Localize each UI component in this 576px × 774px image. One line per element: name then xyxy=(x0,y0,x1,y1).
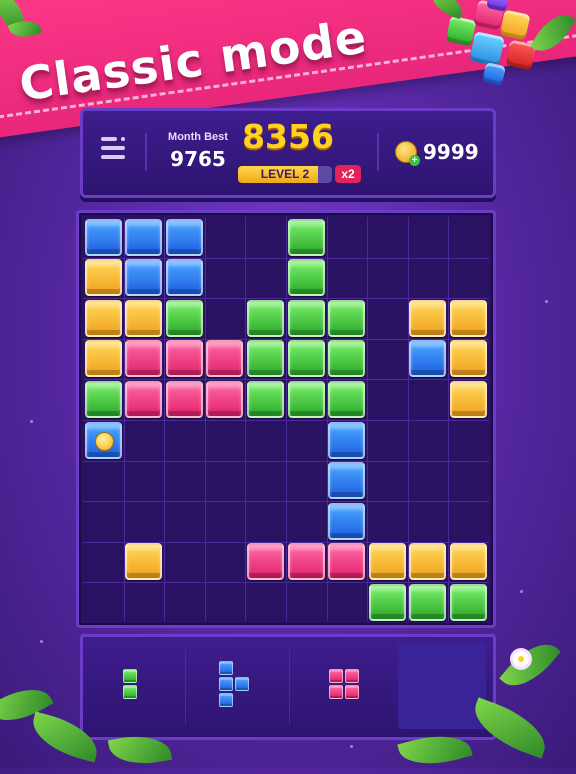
green-vertical-piece[interactable] xyxy=(123,669,139,701)
coin-icon xyxy=(94,431,114,451)
pink-block xyxy=(165,380,203,418)
month-best-label: Month Best xyxy=(168,131,228,143)
blue-block xyxy=(125,218,163,256)
green-block xyxy=(287,218,325,256)
green-block xyxy=(246,299,284,337)
pink-block xyxy=(246,543,284,581)
coin-plus-icon[interactable]: + xyxy=(395,141,420,166)
green-block xyxy=(287,380,325,418)
yellow-block xyxy=(449,340,487,378)
piece-cell xyxy=(329,685,343,699)
piece-cell xyxy=(219,693,233,707)
pink-block xyxy=(328,543,366,581)
level-label: LEVEL 2 xyxy=(260,167,310,181)
score-header: Month Best 9765 8356 LEVEL 2 x2 + 9999 xyxy=(80,108,496,198)
green-block xyxy=(84,380,122,418)
sparkle xyxy=(30,420,33,423)
piece-cell xyxy=(219,661,233,675)
pink-block xyxy=(125,380,163,418)
blue-block xyxy=(328,502,366,540)
green-block xyxy=(287,340,325,378)
green-block xyxy=(368,583,406,621)
flower-decoration xyxy=(513,651,529,667)
blue-block xyxy=(328,462,366,500)
level-progress-bar: LEVEL 2 xyxy=(238,166,332,183)
yellow-block xyxy=(125,543,163,581)
grid-line xyxy=(286,217,287,621)
blue-block xyxy=(165,218,203,256)
blue-t-piece[interactable] xyxy=(219,661,251,709)
tray-divider xyxy=(185,647,186,725)
piece-cell xyxy=(329,669,343,683)
sparkle xyxy=(520,590,523,593)
piece-cell xyxy=(345,669,359,683)
empty-piece-slot[interactable] xyxy=(398,643,486,729)
divider xyxy=(145,133,147,171)
menu-icon[interactable] xyxy=(101,137,127,161)
piece-cell xyxy=(219,677,233,691)
yellow-block xyxy=(84,340,122,378)
blue-block xyxy=(125,259,163,297)
pink-block xyxy=(125,340,163,378)
leaf-decoration xyxy=(499,632,561,698)
green-block xyxy=(328,340,366,378)
green-block xyxy=(449,583,487,621)
green-block xyxy=(246,340,284,378)
pink-block xyxy=(287,543,325,581)
piece-cell xyxy=(235,677,249,691)
divider xyxy=(377,133,379,171)
green-block xyxy=(287,259,325,297)
game-board[interactable] xyxy=(76,210,496,628)
yellow-block xyxy=(84,299,122,337)
grid-line xyxy=(83,501,489,503)
yellow-block xyxy=(449,543,487,581)
yellow-block xyxy=(368,543,406,581)
blue-block xyxy=(165,259,203,297)
pink-block xyxy=(206,380,244,418)
green-block xyxy=(287,299,325,337)
piece-cell xyxy=(123,669,137,683)
pink-block xyxy=(206,340,244,378)
grid-line xyxy=(83,420,489,421)
yellow-block xyxy=(409,543,447,581)
sparkle xyxy=(350,745,353,748)
current-score: 8356 xyxy=(242,117,334,156)
yellow-block xyxy=(449,299,487,337)
multiplier-badge: x2 xyxy=(335,165,361,183)
yellow-block xyxy=(84,259,122,297)
pink-square-piece[interactable] xyxy=(329,669,361,701)
green-block xyxy=(165,299,203,337)
piece-cell xyxy=(123,685,137,699)
coin-block xyxy=(84,421,122,459)
tray-divider xyxy=(289,647,290,725)
pink-block xyxy=(165,340,203,378)
green-block xyxy=(328,380,366,418)
yellow-block xyxy=(125,299,163,337)
grid-line xyxy=(204,217,206,621)
piece-cell xyxy=(345,685,359,699)
piece-tray xyxy=(80,634,496,740)
grid-line xyxy=(83,460,489,462)
sparkle xyxy=(545,300,548,303)
green-block xyxy=(246,380,284,418)
green-block xyxy=(409,583,447,621)
coin-count: 9999 xyxy=(423,140,479,164)
blue-block xyxy=(84,218,122,256)
sparkle xyxy=(40,640,43,643)
month-best-value: 9765 xyxy=(170,147,226,171)
blue-block xyxy=(409,340,447,378)
green-block xyxy=(328,299,366,337)
yellow-block xyxy=(409,299,447,337)
blue-block xyxy=(328,421,366,459)
yellow-block xyxy=(449,380,487,418)
